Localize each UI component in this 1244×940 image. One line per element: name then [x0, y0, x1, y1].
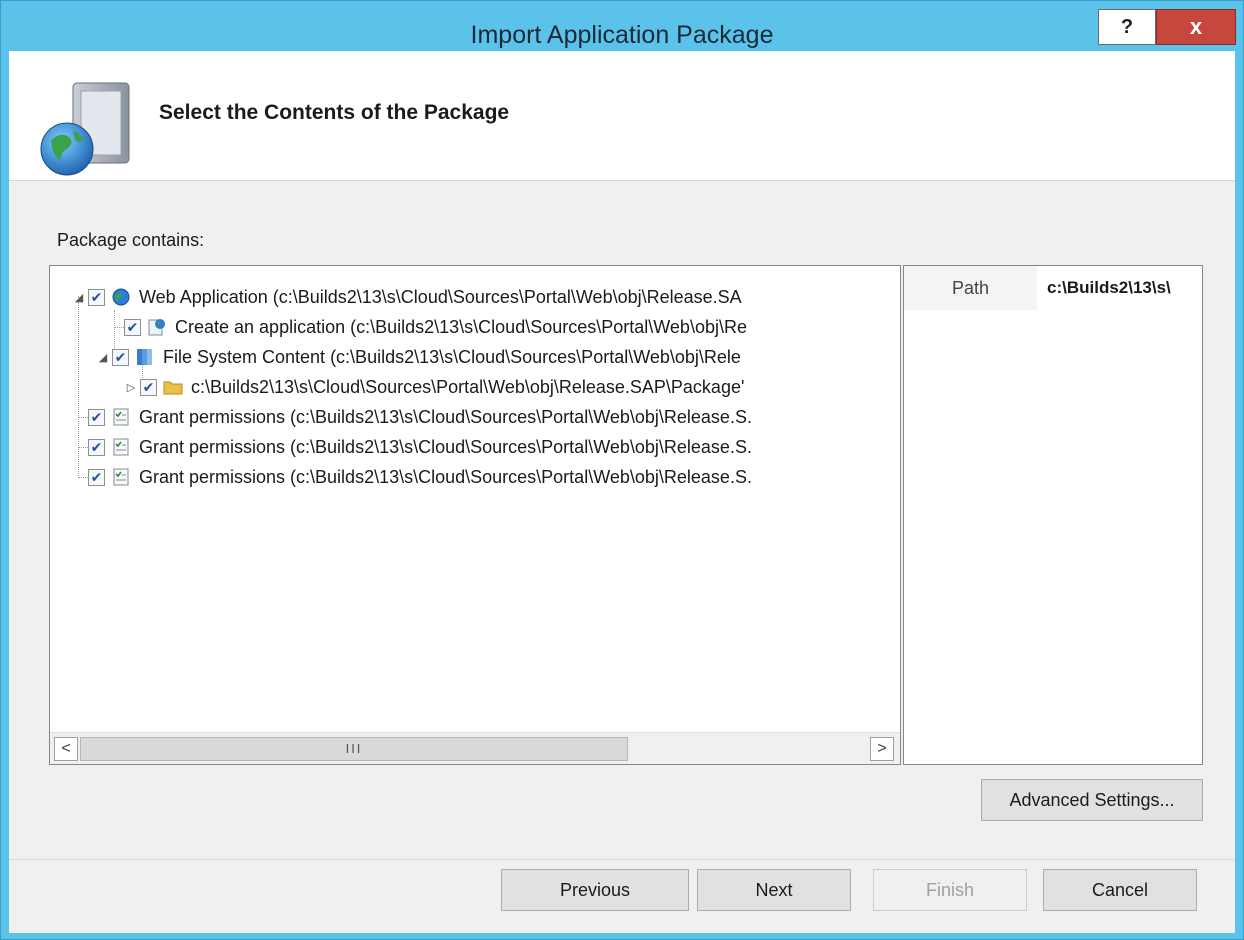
tree-item[interactable]: ◢ ✔ Web Application (c:\Builds2\13\s\Cloud…	[72, 282, 742, 312]
tree-item[interactable]: ✔ Grant permissions (c:\Builds2\13\s\Clou…	[72, 432, 752, 462]
wizard-header: Select the Contents of the Package	[9, 51, 1235, 181]
property-value: c:\Builds2\13\s\	[1047, 278, 1171, 297]
window-title: Import Application Package	[470, 21, 774, 49]
close-button[interactable]: x	[1156, 9, 1236, 45]
advanced-settings-button[interactable]: Advanced Settings...	[981, 779, 1203, 821]
next-button[interactable]: Next	[697, 869, 851, 911]
tree-item-checkbox[interactable]: ✔	[112, 348, 129, 366]
permissions-icon	[111, 407, 131, 427]
help-button[interactable]: ?	[1098, 9, 1156, 45]
tree-item-checkbox[interactable]: ✔	[88, 288, 105, 306]
permissions-icon	[111, 437, 131, 457]
tree-item[interactable]: ◢ ✔ File System Content (c:\Builds2\13\s\C…	[96, 342, 741, 372]
collapse-arrow-icon[interactable]: ◢	[72, 291, 86, 304]
property-row-path[interactable]: Path c:\Builds2\13\s\	[904, 266, 1202, 310]
tree-item-checkbox[interactable]: ✔	[124, 318, 141, 336]
tree-item[interactable]: ✔ Create an application (c:\Builds2\13\s\…	[108, 312, 747, 342]
dialog-body: Select the Contents of the Package Packa…	[9, 51, 1235, 933]
package-globe-icon	[40, 82, 130, 176]
permissions-icon	[111, 467, 131, 487]
scroll-left-button[interactable]: <	[54, 737, 78, 761]
tree-item[interactable]: ✔ Grant permissions (c:\Builds2\13\s\Clou…	[72, 402, 752, 432]
tree-item-checkbox[interactable]: ✔	[88, 408, 105, 426]
tree-item-checkbox[interactable]: ✔	[88, 438, 105, 456]
previous-button[interactable]: Previous	[501, 869, 689, 911]
property-name: Path	[904, 266, 1037, 310]
tree-item-checkbox[interactable]: ✔	[88, 468, 105, 486]
tree-item-label: Grant permissions (c:\Builds2\13\s\Cloud…	[139, 436, 752, 457]
tree-viewport: ◢ ✔ Web Application (c:\Builds2\13\s\Cloud…	[50, 266, 900, 731]
tree-item-label: Grant permissions (c:\Builds2\13\s\Cloud…	[139, 406, 752, 427]
import-package-dialog: Import Application Package ? x Select th…	[0, 0, 1244, 940]
finish-button: Finish	[873, 869, 1027, 911]
tree-item-label: Create an application (c:\Builds2\13\s\C…	[175, 316, 747, 337]
page-title: Select the Contents of the Package	[159, 101, 510, 124]
cancel-button[interactable]: Cancel	[1043, 869, 1197, 911]
globe-icon	[111, 287, 131, 307]
tree-item[interactable]: ▷ ✔ c:\Builds2\13\s\Cloud\Sources\Portal\W…	[124, 372, 745, 402]
tree-item-label: File System Content (c:\Builds2\13\s\Clo…	[163, 346, 741, 367]
tree-item[interactable]: ✔ Grant permissions (c:\Builds2\13\s\Clou…	[72, 462, 752, 492]
collapse-arrow-icon[interactable]: ◢	[96, 351, 110, 364]
footer-divider	[9, 859, 1235, 860]
tree-item-label: c:\Builds2\13\s\Cloud\Sources\Portal\Web…	[191, 376, 745, 397]
folder-icon	[163, 377, 183, 397]
scroll-thumb[interactable]: III	[80, 737, 628, 761]
tree-item-label: Grant permissions (c:\Builds2\13\s\Cloud…	[139, 466, 752, 487]
properties-panel: Path c:\Builds2\13\s\	[903, 265, 1203, 765]
expand-arrow-icon[interactable]: ▷	[124, 381, 138, 394]
application-icon	[147, 317, 167, 337]
file-system-icon	[135, 347, 155, 367]
package-contains-label: Package contains:	[57, 230, 205, 250]
scroll-right-button[interactable]: >	[870, 737, 894, 761]
horizontal-scrollbar[interactable]: < III >	[50, 732, 900, 764]
tree-item-label: Web Application (c:\Builds2\13\s\Cloud\S…	[139, 286, 742, 307]
package-tree[interactable]: ◢ ✔ Web Application (c:\Builds2\13\s\Cloud…	[49, 265, 901, 765]
tree-item-checkbox[interactable]: ✔	[140, 378, 157, 396]
